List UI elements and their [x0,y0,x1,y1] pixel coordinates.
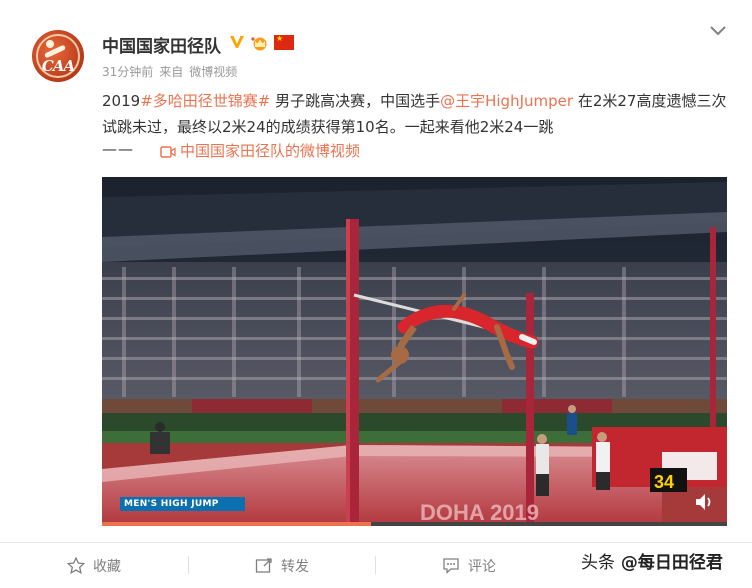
video-link[interactable]: 中国国家田径队的微博视频 [180,140,360,161]
source-watermark: 头条 @每日田径君 [581,548,723,578]
comment-icon [443,558,459,574]
comment-label: 评论 [468,559,496,575]
favorite-button[interactable]: 收藏 [66,556,121,576]
post-text-a: 男子跳高决赛，中国选手 [270,92,441,110]
video-player[interactable]: 34 DOHA 2019 [102,177,727,526]
avatar-logo-text: CAA [41,57,75,75]
video-caption: MEN'S HIGH JUMP [124,499,219,509]
action-separator [188,556,189,574]
post-from-label: 来自 [159,65,184,79]
account-name[interactable]: 中国国家田径队 [102,32,221,57]
watermark-handle: @每日田径君 [620,553,723,573]
post-year: 2019 [102,92,141,110]
crown-icon[interactable] [250,35,270,51]
verified-v-icon [230,36,244,48]
comment-button[interactable]: 评论 [442,556,496,576]
repost-label: 转发 [281,559,309,575]
post-meta: 31分钟前 来自 微博视频 [102,63,243,80]
post-dash: —— [102,140,134,158]
video-progress-fill [102,522,371,526]
watermark-platform: 头条 [581,553,615,573]
post-source[interactable]: 微博视频 [189,65,237,79]
post-time[interactable]: 31分钟前 [102,65,153,79]
flag-star-icon: ★ [276,34,284,43]
repost-button[interactable]: 转发 [255,556,309,576]
repost-icon [255,558,272,573]
volume-mute-icon[interactable] [694,492,716,512]
bib-number: 34 [654,472,674,492]
favorite-label: 收藏 [93,559,121,575]
star-icon [66,556,86,575]
mention-link[interactable]: @王宇HighJumper [440,92,573,110]
avatar-runner-head [46,40,54,48]
video-link-icon[interactable] [160,145,176,159]
account-avatar[interactable]: CAA [32,30,84,82]
china-flag-icon: ★ [274,35,294,50]
video-progress[interactable] [102,522,727,526]
action-divider [0,542,752,543]
action-separator [375,556,376,574]
video-frame: 34 DOHA 2019 [102,177,727,526]
chevron-down-icon[interactable] [708,24,728,38]
hashtag-link[interactable]: #多哈田径世锦赛# [140,92,270,110]
post-text: 2019#多哈田径世锦赛# 男子跳高决赛，中国选手@王宇HighJumper 在… [102,88,727,140]
